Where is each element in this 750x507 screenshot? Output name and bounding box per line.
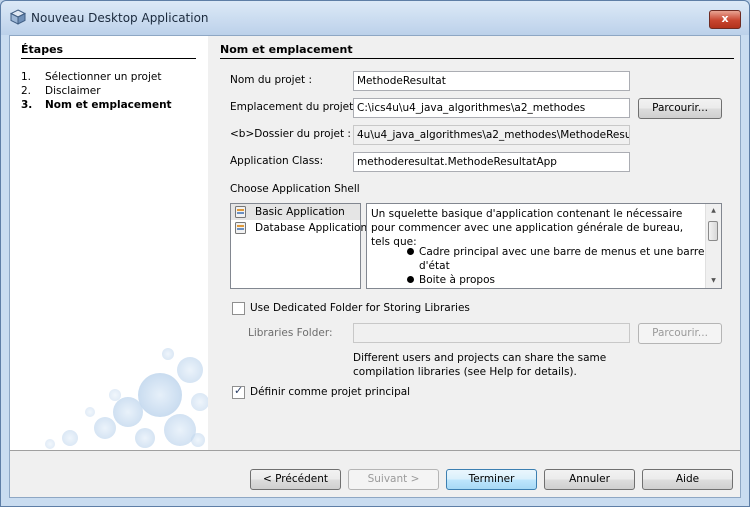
section-title-divider [220,58,734,59]
steps-title: Étapes [21,43,64,56]
database-icon [235,206,246,218]
project-name-label: Nom du projet : [230,74,313,86]
libraries-folder-label: Libraries Folder: [248,327,333,339]
shell-list[interactable]: Basic Application Database Application [230,203,367,289]
steps-panel: Étapes 1. Sélectionner un projet 2. Discla… [10,36,208,450]
step-item-current: 3. Nom et emplacement [21,99,172,111]
bullet-icon [407,276,414,283]
section-title: Nom et emplacement [220,43,353,56]
dialog-window: Nouveau Desktop Application x Étapes 1. S… [0,0,750,507]
project-name-input[interactable]: MethodeResultat [353,71,630,91]
step-item: 2. Disclaimer [21,85,101,97]
scroll-down-icon[interactable]: ▼ [706,275,721,287]
app-class-label: Application Class: [230,155,324,167]
bullet-icon [407,248,414,255]
description-scrollbar[interactable]: ▲ ▼ [705,204,721,288]
description-bullet: Boite à propos [405,273,705,287]
libraries-help-line2: compilation libraries (see Help for deta… [353,366,577,378]
content-panel: Nom et emplacement Nom du projet : Metho… [208,36,740,450]
cancel-button[interactable]: Annuler [544,469,635,490]
close-button[interactable]: x [709,10,741,29]
steps-list: 1. Sélectionner un projet 2. Disclaimer 3.… [21,70,172,112]
next-button: Suivant > [348,469,439,490]
database-icon [235,222,246,234]
location-browse-button[interactable]: Parcourir... [638,98,722,119]
libraries-browse-button: Parcourir... [638,323,722,344]
steps-title-divider [21,58,196,59]
bubbles-decoration [45,348,208,449]
location-input[interactable]: C:\ics4u\u4_java_algorithmes\a2_methodes [353,98,630,118]
checkmark-icon: ✓ [234,384,244,397]
description-intro: Un squelette basique d'application conte… [371,208,684,248]
step-item: 1. Sélectionner un projet [21,71,162,83]
previous-button[interactable]: < Précédent [250,469,341,490]
scroll-up-icon[interactable]: ▲ [706,205,721,217]
shell-item-basic[interactable]: Basic Application [231,204,360,220]
main-project-checkbox[interactable]: ✓ [232,384,245,399]
shell-description: Un squelette basique d'application conte… [366,203,722,289]
libraries-folder-input [353,323,630,343]
scroll-thumb[interactable] [708,221,718,241]
dialog-client-area: Étapes 1. Sélectionner un projet 2. Discla… [9,35,741,498]
description-bullet: Cadre principal avec une barre de menus … [405,245,705,273]
finish-button[interactable]: Terminer [446,469,537,490]
folder-field: 4u\u4_java_algorithmes\a2_methodes\Metho… [353,125,630,145]
location-label: Emplacement du projet : [230,101,361,113]
main-project-label: Définir comme projet principal [250,386,411,398]
shell-item-database[interactable]: Database Application [231,220,367,236]
help-button[interactable]: Aide [642,469,733,490]
folder-label: <b>Dossier du projet : [230,128,351,140]
shell-label: Choose Application Shell [230,183,360,195]
dedicated-folder-checkbox[interactable] [232,302,245,315]
app-cube-icon [10,9,26,25]
title-bar[interactable]: Nouveau Desktop Application x [1,1,749,35]
dedicated-folder-label: Use Dedicated Folder for Storing Librari… [250,302,470,314]
footer-separator [10,450,740,451]
window-title: Nouveau Desktop Application [31,11,209,25]
libraries-help-line1: Different users and projects can share t… [353,352,607,364]
app-class-input[interactable]: methoderesultat.MethodeResultatApp [353,152,630,172]
description-bullets: Cadre principal avec une barre de menus … [405,245,705,287]
